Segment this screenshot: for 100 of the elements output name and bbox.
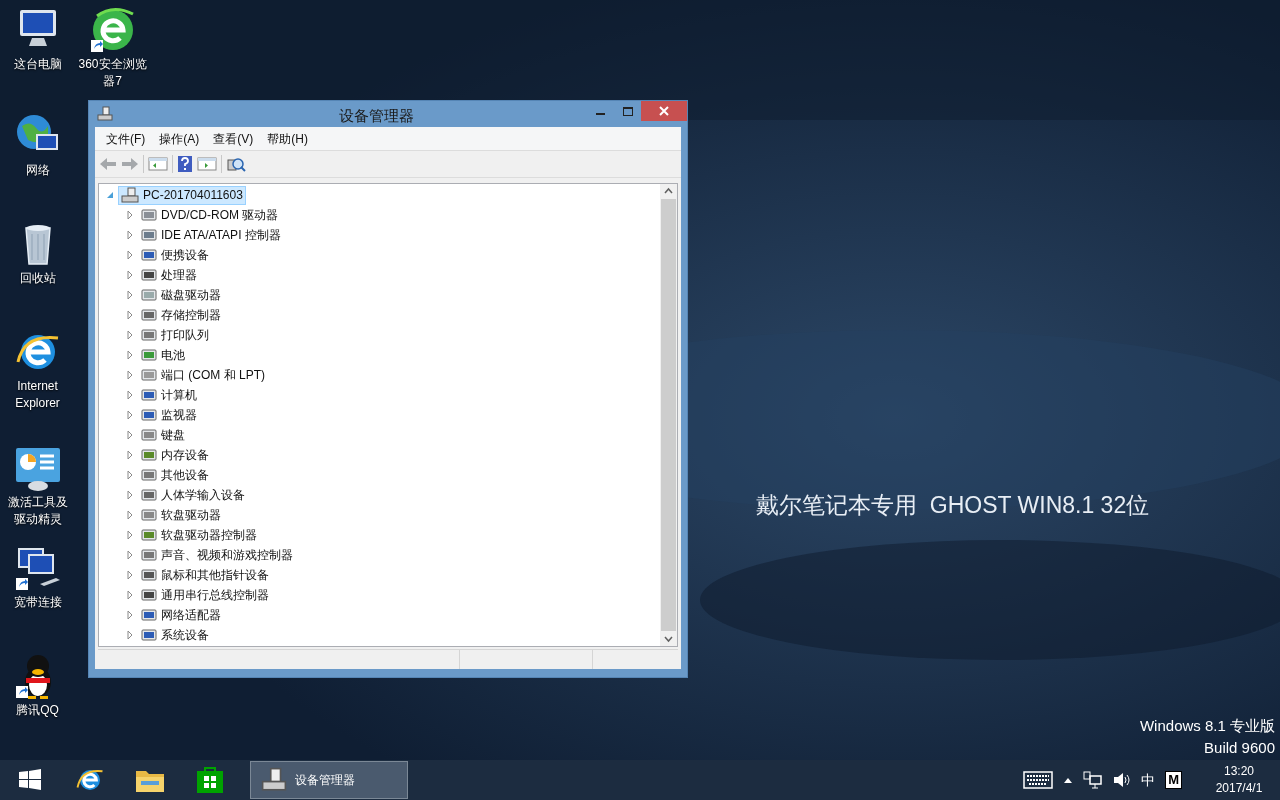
desktop-icon-label[interactable]: 网络	[23, 162, 52, 179]
menu-item[interactable]: 查看(V)	[206, 129, 261, 148]
tree-item[interactable]: 人体学输入设备	[138, 485, 248, 505]
tree-item[interactable]: 计算机	[138, 385, 200, 405]
desktop-icon-label[interactable]: 360安全浏览器7	[75, 56, 150, 90]
collapsed-arrow-icon[interactable]	[126, 291, 134, 299]
device-icon	[141, 347, 157, 363]
device-icon	[141, 427, 157, 443]
tree-item[interactable]: 端口 (COM 和 LPT)	[138, 365, 268, 385]
menu-item[interactable]: 操作(A)	[152, 129, 207, 148]
collapsed-arrow-icon[interactable]	[126, 511, 134, 519]
close-icon	[659, 106, 669, 116]
ime-indicator[interactable]: 中	[1141, 769, 1156, 791]
collapsed-arrow-icon[interactable]	[126, 231, 134, 239]
menu-item[interactable]: 帮助(H)	[260, 129, 315, 148]
collapsed-arrow-icon[interactable]	[126, 611, 134, 619]
version-text: Build 9600	[1204, 738, 1275, 758]
tree-item[interactable]: 网络适配器	[138, 605, 224, 625]
device-icon	[141, 407, 157, 423]
collapsed-arrow-icon[interactable]	[126, 631, 134, 639]
expanded-arrow-icon[interactable]	[106, 191, 114, 199]
collapsed-arrow-icon[interactable]	[126, 531, 134, 539]
tree-item[interactable]: 系统设备	[138, 625, 212, 645]
desktop-icon-label[interactable]: 宽带连接	[11, 594, 64, 611]
speaker-icon[interactable]	[1113, 772, 1132, 788]
desktop-icon-label[interactable]: 激活工具及驱动精灵	[0, 494, 75, 528]
tree-item[interactable]: 监视器	[138, 405, 200, 425]
clock-date[interactable]: 2017/4/1	[1215, 780, 1263, 797]
store-icon[interactable]	[196, 766, 224, 794]
collapsed-arrow-icon[interactable]	[126, 271, 134, 279]
close-button[interactable]	[641, 101, 687, 121]
help-icon[interactable]	[177, 155, 193, 173]
device-icon	[141, 447, 157, 463]
device-icon	[141, 567, 157, 583]
tree-item[interactable]: 通用串行总线控制器	[138, 585, 272, 605]
tree-item[interactable]: 打印队列	[138, 325, 212, 345]
window-title: 设备管理器	[339, 106, 414, 126]
device-manager-icon	[261, 767, 287, 793]
collapsed-arrow-icon[interactable]	[126, 471, 134, 479]
clock-time[interactable]: 13:20	[1224, 763, 1254, 780]
tree-item[interactable]: 内存设备	[138, 445, 212, 465]
taskbar-window-button[interactable]: 设备管理器	[250, 761, 408, 799]
collapsed-arrow-icon[interactable]	[126, 451, 134, 459]
device-icon	[141, 627, 157, 643]
tree-item[interactable]: 处理器	[138, 265, 200, 285]
ime-mode-indicator[interactable]: M	[1165, 771, 1182, 789]
device-icon	[141, 367, 157, 383]
device-manager-icon	[97, 106, 113, 122]
device-icon	[141, 467, 157, 483]
device-icon	[141, 527, 157, 543]
tree-item[interactable]: 鼠标和其他指针设备	[138, 565, 272, 585]
tree-item[interactable]: DVD/CD-ROM 驱动器	[138, 205, 282, 225]
collapsed-arrow-icon[interactable]	[126, 211, 134, 219]
collapsed-arrow-icon[interactable]	[126, 351, 134, 359]
device-icon	[141, 247, 157, 263]
scan-hardware-icon[interactable]	[226, 155, 246, 173]
tree-item[interactable]: 其他设备	[138, 465, 212, 485]
tree-item[interactable]: 便携设备	[138, 245, 212, 265]
tree-item[interactable]: 软盘驱动器	[138, 505, 224, 525]
collapsed-arrow-icon[interactable]	[126, 431, 134, 439]
wallpaper-caption: 戴尔笔记本专用 GHOST WIN8.1 32位	[756, 491, 1150, 520]
menu-item[interactable]: 文件(F)	[99, 129, 153, 148]
desktop-icon-label[interactable]: Internet Explorer	[0, 378, 75, 412]
tree-item[interactable]: PC-201704011603	[118, 185, 246, 205]
caret-up-icon[interactable]	[1063, 776, 1074, 784]
tree-item[interactable]: 声音、视频和游戏控制器	[138, 545, 296, 565]
device-icon	[141, 267, 157, 283]
device-icon	[141, 207, 157, 223]
tree-item[interactable]: IDE ATA/ATAPI 控制器	[138, 225, 284, 245]
collapsed-arrow-icon[interactable]	[126, 411, 134, 419]
back-arrow-icon[interactable]	[99, 156, 117, 172]
collapsed-arrow-icon[interactable]	[126, 331, 134, 339]
tree-item[interactable]: 存储控制器	[138, 305, 224, 325]
desktop-icon-label[interactable]: 腾讯QQ	[14, 702, 61, 719]
collapsed-arrow-icon[interactable]	[126, 591, 134, 599]
collapsed-arrow-icon[interactable]	[126, 391, 134, 399]
tree-item[interactable]: 磁盘驱动器	[138, 285, 224, 305]
collapsed-arrow-icon[interactable]	[126, 371, 134, 379]
tree-item[interactable]: 电池	[138, 345, 188, 365]
device-icon	[141, 607, 157, 623]
device-icon	[141, 327, 157, 343]
version-text: Windows 8.1 专业版	[1139, 716, 1275, 736]
network-icon[interactable]	[1083, 771, 1104, 789]
device-icon	[141, 507, 157, 523]
collapsed-arrow-icon[interactable]	[126, 571, 134, 579]
device-icon	[141, 387, 157, 403]
collapsed-arrow-icon[interactable]	[126, 551, 134, 559]
forward-arrow-icon[interactable]	[121, 156, 139, 172]
device-icon	[141, 487, 157, 503]
collapsed-arrow-icon[interactable]	[126, 311, 134, 319]
collapsed-arrow-icon[interactable]	[126, 491, 134, 499]
tree-item[interactable]: 键盘	[138, 425, 188, 445]
collapsed-arrow-icon[interactable]	[126, 251, 134, 259]
windows-logo-icon[interactable]	[18, 768, 42, 792]
scrollbar[interactable]	[660, 184, 677, 646]
desktop-icon-label[interactable]: 回收站	[17, 270, 58, 287]
desktop-icon-label[interactable]: 这台电脑	[11, 56, 64, 73]
keyboard-icon[interactable]	[1023, 771, 1054, 789]
console-tree-icon[interactable]	[148, 156, 168, 172]
tree-item[interactable]: 软盘驱动器控制器	[138, 525, 260, 545]
